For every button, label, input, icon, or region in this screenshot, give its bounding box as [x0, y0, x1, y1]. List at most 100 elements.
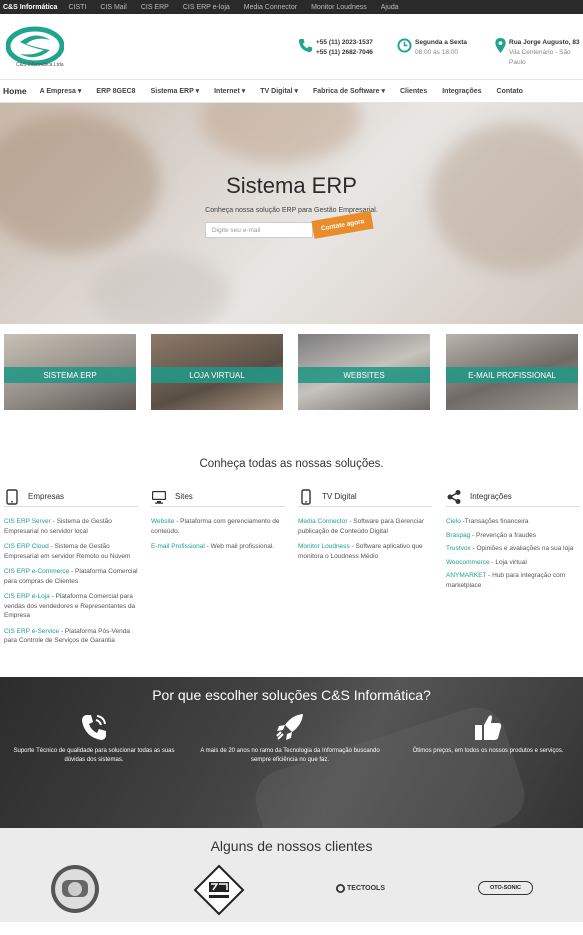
card-websites[interactable]: WEBSITES — [298, 334, 430, 410]
card-label: LOJA VIRTUAL — [151, 367, 283, 383]
card-label: E-MAIL PROFISSIONAL — [446, 367, 578, 383]
topbar-link-cisti[interactable]: CISTI — [68, 4, 86, 11]
card-sistema-erp[interactable]: SISTEMA ERP — [4, 334, 136, 410]
item-text: - Loja virtual — [489, 558, 527, 566]
column-title: TV Digital — [322, 492, 357, 501]
card-email-profissional[interactable]: E-MAIL PROFISSIONAL — [446, 334, 578, 410]
topbar-link-monitor-loudness[interactable]: Monitor Loudness — [311, 4, 367, 11]
nav-tv-digital[interactable]: TV Digital ▾ — [260, 87, 298, 95]
topbar-link-media-connector[interactable]: Media Connector — [244, 4, 297, 11]
list-item: Website - Plataforma com gerenciamento d… — [151, 517, 285, 536]
why-section: Por que escolher soluções C&S Informátic… — [0, 677, 583, 828]
rocket-icon — [276, 714, 303, 740]
phone-icon — [301, 488, 311, 505]
top-bar: C&S Informática CISTI CIS Mail CIS ERP C… — [0, 0, 583, 14]
oto-sonic-text: OTO-SONIC — [489, 885, 522, 891]
nav-home[interactable]: Home — [3, 86, 27, 96]
tectools-text: TECTOOLS — [347, 885, 385, 892]
why-item-prices: Ótimos preços, em todos os nossos produt… — [396, 711, 580, 756]
solutions-column-empresas: Empresas CIS ERP Server - Sistema de Ges… — [4, 487, 138, 652]
nav-sistema-erp[interactable]: Sistema ERP ▾ — [151, 87, 200, 95]
phone-2[interactable]: +55 (11) 2682-7046 — [316, 49, 373, 56]
hours-title: Segunda a Sexta — [415, 39, 468, 46]
item-link[interactable]: CIS ERP Server — [4, 518, 51, 525]
solutions-column-integracoes: Integrações Cielo -Transações financeira… — [446, 487, 580, 596]
service-cards: SISTEMA ERP LOJA VIRTUAL WEBSITES E-MAIL… — [0, 334, 583, 410]
item-link[interactable]: CIS ERP e-Loja — [4, 593, 50, 600]
gear-icon — [336, 884, 345, 893]
item-link[interactable]: Monitor Loudness — [298, 543, 350, 550]
item-link[interactable]: CIS ERP Cloud — [4, 543, 49, 550]
item-link[interactable]: Media Connector — [298, 518, 348, 525]
phone-icon — [298, 38, 313, 53]
oto-sonic-logo[interactable]: OTO-SONIC — [478, 881, 533, 895]
clients-section: Alguns de nossos clientes TECTOOLS OTO-S… — [0, 828, 583, 922]
list-item: E-mail Profissional - Web mail profissio… — [151, 542, 285, 552]
phone-contact: +55 (11) 2023-1537 +55 (11) 2682-7046 — [298, 38, 373, 58]
list-item: Media Connector - Software para Gerencia… — [298, 517, 432, 536]
card-label: SISTEMA ERP — [4, 367, 136, 383]
globo-logo[interactable] — [50, 864, 100, 914]
list-item: Monitor Loudness - Software aplicativo q… — [298, 542, 432, 561]
hero-title: Sistema ERP — [226, 173, 357, 198]
nav-clientes[interactable]: Clientes — [400, 88, 427, 95]
clients-title: Alguns de nossos clientes — [210, 838, 373, 854]
email-input[interactable]: Digite seu e-mail — [205, 222, 313, 238]
phone-1[interactable]: +55 (11) 2023-1537 — [316, 39, 373, 46]
site-header: C&S Informática Ltda +55 (11) 2023-1537 +… — [0, 14, 583, 78]
why-item-experience: A mais de 20 anos no ramo da Tecnologia … — [199, 711, 381, 765]
list-item: Trustvox - Opiniões e avaliações na sua … — [446, 544, 580, 554]
item-link[interactable]: Trustvox — [446, 545, 471, 552]
column-title: Sites — [175, 492, 193, 501]
list-item: CIS ERP Cloud - Sistema de Gestão Empres… — [4, 542, 138, 561]
topbar-link-cis-mail[interactable]: CIS Mail — [100, 4, 126, 11]
thumbs-up-icon — [475, 715, 502, 740]
item-text: -Transações financeira — [460, 518, 529, 525]
why-item-text: Ótimos preços, em todos os nossos produt… — [412, 748, 564, 754]
topbar-brand[interactable]: C&S Informática — [3, 4, 57, 11]
list-item: CIS ERP e-Loja - Plataforma Comercial pa… — [4, 592, 138, 621]
tablet-icon — [6, 488, 18, 505]
why-item-text: A mais de 20 anos no ramo da Tecnologia … — [200, 748, 380, 763]
list-item: CIS ERP e-Commerce - Plataforma Comercia… — [4, 567, 138, 586]
card-label: WEBSITES — [298, 367, 430, 383]
nav-fabrica-software[interactable]: Fabrica de Software ▾ — [313, 87, 385, 95]
monitor-icon — [152, 490, 166, 504]
why-item-text: Suporte Técnico de qualidade para soluci… — [13, 748, 175, 763]
item-text: - Web mail profissional. — [204, 543, 275, 550]
list-item: ANYMARKET - Hub para integração com mark… — [446, 571, 580, 590]
hours-value: 08:00 às 18:00 — [415, 49, 459, 56]
nav-a-empresa[interactable]: A Empresa ▾ — [40, 87, 82, 95]
why-item-support: Suporte Técnico de qualidade para soluci… — [4, 711, 184, 765]
nav-contato[interactable]: Contato — [497, 88, 523, 95]
item-link[interactable]: Website — [151, 518, 174, 525]
logo-text: C&S Informática Ltda — [16, 62, 64, 68]
share-icon — [447, 489, 461, 504]
nav-erp-8gec8[interactable]: ERP 8GEC8 — [96, 88, 135, 95]
solutions-title: Conheça todas as nossas soluções. — [199, 458, 384, 470]
list-item: Cielo -Transações financeira — [446, 517, 580, 527]
list-item: CIS ERP Server - Sistema de Gestão Empre… — [4, 517, 138, 536]
tectools-logo[interactable]: TECTOOLS — [336, 884, 385, 893]
hours-contact: Segunda a Sexta 08:00 às 18:00 — [397, 38, 467, 58]
item-link[interactable]: CIS ERP e-Commerce — [4, 568, 69, 575]
item-link[interactable]: CIS ERP e-Service — [4, 628, 59, 635]
address-district: Vila Centenário - São Paulo — [509, 49, 571, 66]
contact-button[interactable]: Contate agora — [311, 210, 374, 239]
hero-banner: Sistema ERP Conheça nossa solução ERP pa… — [0, 103, 583, 324]
card-loja-virtual[interactable]: LOJA VIRTUAL — [151, 334, 283, 410]
item-link[interactable]: E-mail Profissional — [151, 543, 205, 550]
main-nav: Home A Empresa ▾ ERP 8GEC8 Sistema ERP ▾… — [0, 79, 583, 103]
list-item: CIS ERP e-Service - Plataforma Pós-Venda… — [4, 627, 138, 646]
item-link[interactable]: Woocommerce — [446, 559, 490, 566]
topbar-link-cis-erp-eloja[interactable]: CIS ERP e-loja — [183, 4, 230, 11]
client-badge-logo[interactable] — [193, 864, 245, 916]
topbar-link-ajuda[interactable]: Ajuda — [381, 4, 399, 11]
topbar-link-cis-erp[interactable]: CIS ERP — [141, 4, 169, 11]
item-link[interactable]: ANYMARKET — [446, 572, 486, 579]
item-link[interactable]: Braspag — [446, 532, 470, 539]
item-link[interactable]: Cielo — [446, 518, 461, 525]
nav-internet[interactable]: Internet ▾ — [214, 87, 245, 95]
nav-integracoes[interactable]: Integrações — [442, 88, 481, 95]
list-item: Woocommerce - Loja virtual — [446, 558, 580, 568]
